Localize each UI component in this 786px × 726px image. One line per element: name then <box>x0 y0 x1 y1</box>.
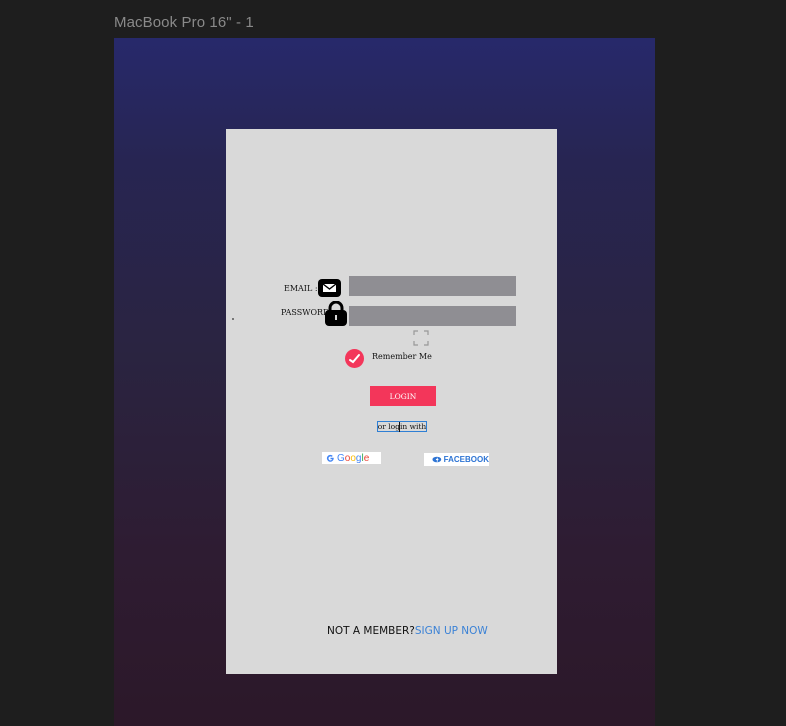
mail-icon <box>318 279 341 297</box>
lock-icon <box>325 300 347 326</box>
facebook-label: FACEBOOK <box>443 455 489 464</box>
email-field[interactable] <box>349 276 516 296</box>
email-label: EMAIL : <box>284 284 318 293</box>
signup-prompt: NOT A MEMBER? <box>327 625 415 637</box>
google-label: Google <box>337 452 370 464</box>
facebook-icon <box>432 456 442 463</box>
signup-row: NOT A MEMBER?SIGN UP NOW <box>327 625 488 637</box>
facebook-login-button[interactable]: FACEBOOK <box>424 453 489 466</box>
login-button[interactable]: LOGIN <box>370 386 436 406</box>
google-logo <box>326 454 334 462</box>
remember-checkbox[interactable] <box>344 348 365 369</box>
expand-icon[interactable] <box>413 330 429 346</box>
stray-dot <box>232 318 234 320</box>
frame-title[interactable]: MacBook Pro 16" - 1 <box>114 14 254 31</box>
or-login-with-text[interactable]: or login with <box>377 421 427 432</box>
remember-label: Remember Me <box>372 352 432 361</box>
signup-link[interactable]: SIGN UP NOW <box>415 625 488 637</box>
text-cursor <box>399 422 400 432</box>
google-login-button[interactable]: Google <box>322 452 381 464</box>
password-field[interactable] <box>349 306 516 326</box>
